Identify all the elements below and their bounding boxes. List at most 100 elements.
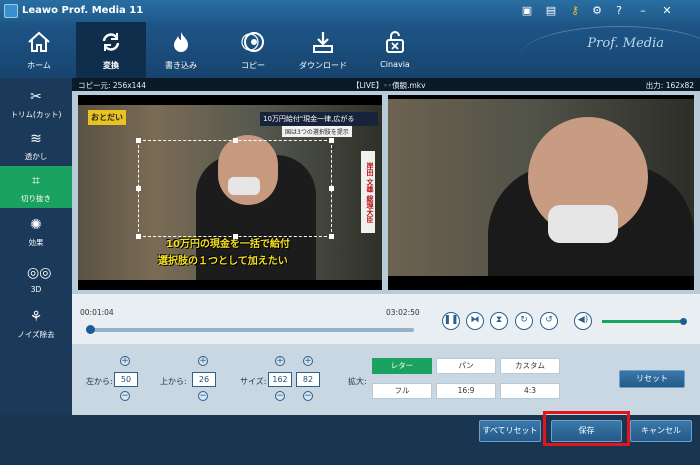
top-decrease-button[interactable]: − — [198, 391, 208, 401]
sidebar-item-trim[interactable]: ✂ トリム(カット) — [0, 82, 72, 124]
toolbar-copy[interactable]: コピー — [218, 22, 288, 78]
crop-handle[interactable] — [136, 234, 141, 239]
denoise-icon: ⚘ — [29, 309, 43, 325]
burn-icon — [174, 32, 188, 52]
toolbar-burn[interactable]: 書き込み — [146, 22, 216, 78]
left-decrease-button[interactable]: − — [120, 391, 130, 401]
toolbar-cinavia[interactable]: Cinavia — [360, 22, 430, 78]
toolbar-download-label: ダウンロード — [299, 61, 347, 70]
key-icon[interactable]: ⚷ — [568, 4, 582, 18]
size-label: サイズ: — [240, 377, 267, 386]
subtitle-line-1: 10万円の現金を一括で給付 — [166, 239, 290, 250]
sidebar-item-effect[interactable]: ✺ 効果 — [0, 210, 72, 252]
top-increase-button[interactable]: + — [198, 356, 208, 366]
left-increase-button[interactable]: + — [120, 356, 130, 366]
zoom-4-3-button[interactable]: 4:3 — [500, 383, 560, 399]
letterbox-top — [388, 95, 694, 99]
cinavia-icon — [386, 31, 404, 53]
news-subline: 国は3つの選択肢を提示 — [282, 126, 352, 137]
person-mask — [548, 205, 618, 243]
sidebar-item-3d[interactable]: ◎◎ 3D — [0, 258, 72, 300]
crop-handle[interactable] — [136, 138, 141, 143]
reset-button[interactable]: リセット — [619, 370, 685, 388]
reset-all-button[interactable]: すべてリセット — [479, 420, 541, 442]
convert-icon — [102, 33, 120, 51]
top-offset-label: 上から: — [160, 377, 187, 386]
crop-handle[interactable] — [136, 186, 141, 191]
sidebar-item-watermark[interactable]: ≋ 透かし — [0, 124, 72, 166]
register-icon[interactable]: ▣ — [520, 4, 534, 18]
volume-slider[interactable] — [602, 320, 684, 323]
toolbar-download[interactable]: ダウンロード — [288, 22, 358, 78]
toolbar-copy-label: コピー — [241, 61, 265, 70]
chat-icon[interactable]: ▤ — [544, 4, 558, 18]
sidebar-item-label: 切り抜き — [21, 194, 51, 203]
close-icon[interactable]: ✕ — [660, 4, 674, 18]
app-title: Leawo Prof. Media 11 — [22, 5, 144, 16]
toolbar-convert-label: 変換 — [103, 61, 119, 70]
original-preview: おとだい 10万円給付"現金一律,広がる 国は3つの選択肢を提示 岸田 文雄 総… — [78, 95, 382, 290]
left-offset-label: 左から: — [86, 377, 113, 386]
width-decrease-button[interactable]: − — [275, 391, 285, 401]
toolbar-home[interactable]: ホーム — [4, 22, 74, 78]
width-input[interactable]: 162 — [268, 372, 292, 387]
sidebar-item-label: 3D — [30, 285, 42, 294]
zoom-full-button[interactable]: フル — [372, 383, 432, 399]
copy-disc-icon — [241, 32, 264, 52]
zoom-16-9-button[interactable]: 16:9 — [436, 383, 496, 399]
app-logo-icon — [4, 4, 18, 18]
zoom-letterbox-button[interactable]: レター — [372, 358, 432, 374]
volume-handle[interactable] — [680, 318, 687, 325]
height-input[interactable]: 82 — [296, 372, 320, 387]
save-highlight-box — [543, 411, 630, 446]
zoom-custom-button[interactable]: カスタム — [500, 358, 560, 374]
main-toolbar: ホーム 変換 書き込み コピー ダウンロード Cinavia Prof. Med… — [0, 22, 700, 78]
download-icon — [313, 32, 333, 53]
watermark-icon: ≋ — [30, 131, 42, 147]
toolbar-burn-label: 書き込み — [165, 61, 197, 70]
help-icon[interactable]: ? — [612, 4, 626, 18]
sidebar-item-crop[interactable]: ⌗ 切り抜き — [0, 166, 72, 208]
cancel-button[interactable]: キャンセル — [630, 420, 692, 442]
name-tag: 岸田 文雄 総理大臣 — [361, 151, 375, 233]
sidebar-item-denoise[interactable]: ⚘ ノイズ除去 — [0, 302, 72, 344]
height-decrease-button[interactable]: − — [303, 391, 313, 401]
zoom-pan-button[interactable]: パン — [436, 358, 496, 374]
toolbar-convert[interactable]: 変換 — [76, 22, 146, 78]
top-offset-input[interactable]: 26 — [192, 372, 216, 387]
flip-button[interactable]: ⧗ — [490, 312, 508, 330]
volume-icon[interactable]: ◀) — [574, 312, 592, 330]
trim-marker-button[interactable]: ⧓ — [466, 312, 484, 330]
timeline-handle[interactable] — [86, 325, 95, 334]
sidebar-item-label: 効果 — [28, 238, 44, 247]
letterbox-bottom — [78, 280, 382, 290]
rotate-left-button[interactable]: ↺ — [540, 312, 558, 330]
cropped-preview — [388, 95, 694, 290]
minimize-icon[interactable]: – — [636, 4, 650, 18]
pause-button[interactable]: ❚❚ — [442, 312, 460, 330]
gear-icon[interactable]: ⚙ — [590, 4, 604, 18]
crop-controls: 左から: + 50 − 上から: + 26 − サイズ: + 162 − + 8… — [72, 344, 700, 415]
output-resolution: 出力: 162x82 — [645, 81, 694, 90]
crop-handle[interactable] — [329, 234, 334, 239]
crop-rectangle[interactable] — [136, 138, 334, 239]
width-increase-button[interactable]: + — [275, 356, 285, 366]
3d-glasses-icon: ◎◎ — [27, 265, 52, 281]
timeline-slider[interactable] — [86, 328, 414, 332]
zoom-label: 拡大: — [348, 377, 367, 386]
toolbar-home-label: ホーム — [27, 61, 51, 70]
crop-handle[interactable] — [233, 138, 238, 143]
crop-handle[interactable] — [329, 138, 334, 143]
title-bar: Leawo Prof. Media 11 ▣ ▤ ⚷ ⚙ ? – ✕ — [0, 0, 700, 22]
news-headline: 10万円給付"現金一律,広がる — [260, 112, 378, 126]
sidebar-item-label: ノイズ除去 — [17, 330, 55, 339]
scissors-icon: ✂ — [30, 89, 42, 105]
left-offset-input[interactable]: 50 — [114, 372, 138, 387]
crop-handle[interactable] — [233, 234, 238, 239]
sidebar-item-label: トリム(カット) — [10, 110, 62, 119]
rotate-right-button[interactable]: ↻ — [515, 312, 533, 330]
crop-handle[interactable] — [329, 186, 334, 191]
height-increase-button[interactable]: + — [303, 356, 313, 366]
toolbar-cinavia-label: Cinavia — [380, 60, 410, 69]
effect-icon: ✺ — [30, 217, 42, 233]
